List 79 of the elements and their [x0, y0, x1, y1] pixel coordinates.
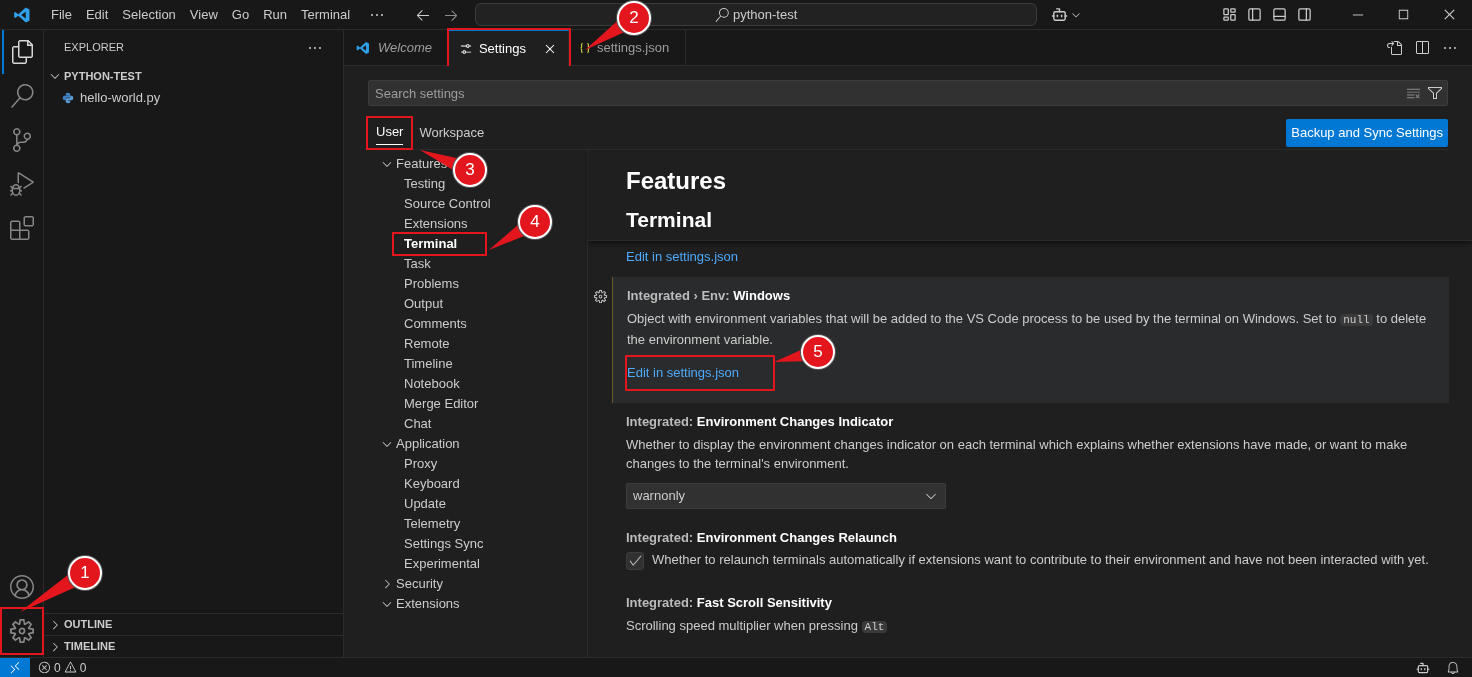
- setting-description: Whether to relaunch terminals automatically if extensions want to contribute to their environment and have not been interacted with yet.: [652, 550, 1429, 569]
- scope-tab[interactable]: Workspace: [411, 117, 493, 148]
- remote-button[interactable]: [0, 658, 30, 677]
- play-bug-icon: [10, 172, 34, 196]
- subsection-heading: Terminal: [626, 207, 713, 233]
- setting-title: Integrated: Environment Changes Indicator: [626, 412, 895, 431]
- checkbox[interactable]: [626, 551, 644, 570]
- setting-description: Whether to display the environment changes indicator on each terminal which explains whether extensions have made, or want to make changes to the terminal's environment.: [626, 435, 1409, 473]
- warning-icon: [63, 661, 77, 674]
- toc-item[interactable]: Problems: [394, 274, 487, 294]
- problems-button[interactable]: 0 0: [30, 658, 95, 677]
- sync-button[interactable]: Backup and Sync Settings: [1286, 118, 1448, 147]
- branch-icon: [10, 128, 34, 152]
- edit-json-link[interactable]: Edit in settings.json: [626, 249, 738, 264]
- robot-icon[interactable]: [1051, 6, 1069, 23]
- scope-tab[interactable]: User: [368, 117, 412, 148]
- edit-json-link[interactable]: Edit in settings.json: [627, 357, 773, 389]
- menu-item[interactable]: Terminal: [294, 3, 358, 26]
- explorer-row[interactable]: hello-world.py: [44, 87, 343, 109]
- search-icon: [10, 84, 34, 108]
- toc-group[interactable]: Extensions: [380, 594, 460, 614]
- menu-item[interactable]: Run: [256, 3, 294, 26]
- panel-right-icon[interactable]: [1297, 7, 1312, 22]
- toc-item[interactable]: Update: [394, 494, 474, 514]
- toc-item[interactable]: Proxy: [394, 454, 466, 474]
- menu-item[interactable]: File: [44, 3, 79, 26]
- toc-item[interactable]: Comments: [394, 314, 495, 334]
- menu-item[interactable]: Edit: [78, 3, 116, 26]
- folder-header[interactable]: PYTHON-TEST: [44, 65, 343, 87]
- sidebar-title: EXPLORER: [64, 40, 124, 56]
- toc-item[interactable]: Terminal: [394, 234, 486, 254]
- python-file-icon: [62, 92, 74, 104]
- gear-icon[interactable]: [592, 289, 608, 304]
- menu-item[interactable]: View: [182, 3, 225, 26]
- toc-group[interactable]: Security: [380, 574, 443, 594]
- panel-left-icon[interactable]: [1247, 7, 1262, 22]
- robot-icon[interactable]: [1416, 660, 1430, 675]
- layout-icon[interactable]: [1222, 7, 1237, 22]
- panel-header[interactable]: OUTLINE: [44, 613, 343, 635]
- menu-item[interactable]: Go: [224, 3, 257, 26]
- toc-item[interactable]: Task: [394, 254, 459, 274]
- split-editor-icon[interactable]: [1414, 39, 1430, 56]
- toc-group[interactable]: Application: [380, 434, 460, 454]
- filter-icon[interactable]: [1427, 85, 1443, 101]
- bell-icon[interactable]: [1446, 660, 1460, 675]
- open-file-icon[interactable]: [1386, 39, 1402, 56]
- value-dropdown[interactable]: warnonly: [626, 482, 946, 509]
- search-icon: [714, 7, 729, 22]
- menu-item[interactable]: Selection: [115, 3, 183, 26]
- search-field[interactable]: Search settings: [368, 80, 1448, 106]
- toc-item[interactable]: Chat: [394, 414, 460, 434]
- toc-item[interactable]: Notebook: [394, 374, 488, 394]
- toc-item[interactable]: Remote: [394, 334, 478, 354]
- toc-item[interactable]: Telemetry: [394, 514, 489, 534]
- remote-icon: [8, 660, 22, 675]
- setting-title: Integrated: Fast Scroll Sensitivity: [626, 593, 833, 612]
- setting-title: Integrated › Env: Windows: [627, 287, 792, 305]
- toc-item[interactable]: Extensions: [394, 214, 496, 234]
- account-icon: [10, 575, 34, 599]
- panel-bottom-icon[interactable]: [1272, 7, 1287, 22]
- check-icon: [627, 553, 643, 568]
- app-logo-icon: [13, 5, 31, 24]
- toc-item[interactable]: Keyboard: [394, 474, 488, 494]
- toc-item[interactable]: Settings Sync: [394, 534, 512, 554]
- setting-description: Scrolling speed multiplier when pressing Alt: [626, 615, 1437, 637]
- toc-item[interactable]: Merge Editor: [394, 394, 507, 414]
- editor-tab[interactable]: Settings: [448, 30, 569, 66]
- setting-title: Integrated: Environment Changes Relaunch: [626, 528, 898, 547]
- sliders-icon: [458, 41, 473, 56]
- section-heading: Features: [626, 166, 728, 196]
- toc-item[interactable]: Experimental: [394, 554, 508, 574]
- blocks-icon: [10, 216, 34, 240]
- error-icon: [38, 661, 51, 674]
- toc-item[interactable]: Timeline: [394, 354, 481, 374]
- toc-item[interactable]: Source Control: [394, 194, 519, 214]
- settings-icon: [10, 619, 34, 643]
- app-logo-icon: [355, 40, 371, 56]
- toc-item[interactable]: Output: [394, 294, 472, 314]
- files-icon: [11, 40, 35, 64]
